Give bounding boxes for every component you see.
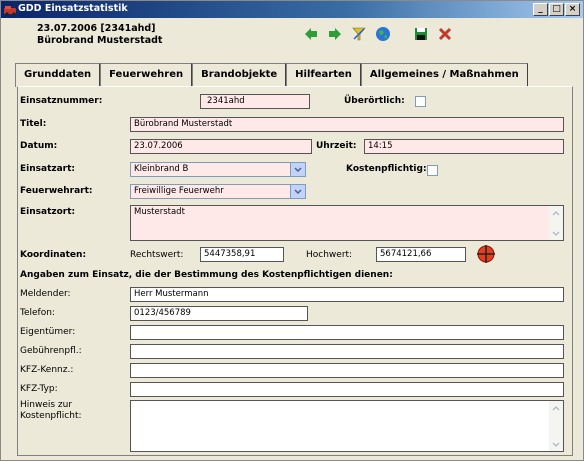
record-header: 23.07.2006 [2341ahd] Bürobrand Mustersta… <box>1 18 583 58</box>
maximize-button[interactable]: □ <box>549 3 564 16</box>
title-bar: GDD Einsatzstatistik _ □ × <box>1 1 583 18</box>
close-button[interactable]: × <box>565 3 580 16</box>
koordinaten-label: Koordinaten: <box>20 250 87 260</box>
einsatznummer-label: Einsatznummer: <box>20 96 103 106</box>
scroll-down-icon[interactable] <box>550 438 562 450</box>
window-title: GDD Einsatzstatistik <box>18 3 128 14</box>
tab-brandobjekte[interactable]: Brandobjekte <box>192 63 287 86</box>
einsatzart-label: Einsatzart: <box>20 164 76 174</box>
gebuehrenpfl-label: Gebührenpfl.: <box>20 346 82 356</box>
minimize-button[interactable]: _ <box>533 3 548 16</box>
app-icon <box>4 6 16 16</box>
feuerwehrart-value: Freiwillige Feuerwehr <box>134 186 224 196</box>
kostenpflichtig-label: Kostenpflichtig: <box>346 164 427 174</box>
datum-field[interactable]: 23.07.2006 <box>130 139 312 154</box>
kfz-typ-field[interactable] <box>130 382 564 397</box>
record-date-id: 23.07.2006 [2341ahd] <box>37 23 156 34</box>
scroll-down-icon[interactable] <box>550 227 562 239</box>
chevron-down-icon[interactable] <box>290 185 305 198</box>
kfz-kennz-field[interactable] <box>130 363 564 378</box>
tab-hilfearten[interactable]: Hilfearten <box>286 63 361 86</box>
tab-panel: Grunddaten Feuerwehren Brandobjekte Hilf… <box>15 58 573 456</box>
ueberoertlich-label: Überörtlich: <box>344 96 405 106</box>
record-title: Bürobrand Musterstadt <box>37 35 163 46</box>
eigentuemer-field[interactable] <box>130 325 564 340</box>
titel-label: Titel: <box>20 119 47 129</box>
kfz-kennz-label: KFZ-Kennz.: <box>20 365 74 375</box>
grunddaten-form: Einsatznummer: 2341ahd Überörtlich: Tite… <box>17 86 573 456</box>
einsatzort-scrollbar[interactable] <box>549 206 563 240</box>
tab-feuerwehren[interactable]: Feuerwehren <box>100 63 193 86</box>
hinweis-scrollbar[interactable] <box>549 401 563 451</box>
tab-grunddaten[interactable]: Grunddaten <box>15 63 101 87</box>
arrow-left-icon[interactable] <box>302 25 320 43</box>
uhrzeit-label: Uhrzeit: <box>316 141 357 151</box>
hinweis-label-line1: Hinweis zur <box>20 400 73 410</box>
feuerwehrart-select[interactable]: Freiwillige Feuerwehr <box>130 184 306 199</box>
datum-label: Datum: <box>20 141 58 151</box>
einsatzort-label: Einsatzort: <box>20 207 76 217</box>
uhrzeit-field[interactable]: 14:15 <box>364 139 564 154</box>
rechtswert-field[interactable]: 5447358,91 <box>200 247 284 262</box>
kostenpflichtig-checkbox[interactable] <box>427 165 438 176</box>
map-locate-icon[interactable] <box>476 244 496 264</box>
meldender-label: Meldender: <box>20 289 71 299</box>
feuerwehrart-label: Feuerwehrart: <box>20 186 93 196</box>
tab-strip: Grunddaten Feuerwehren Brandobjekte Hilf… <box>15 63 528 87</box>
telefon-label: Telefon: <box>20 308 55 318</box>
einsatzart-select[interactable]: Kleinbrand B <box>130 162 306 177</box>
einsatznummer-field[interactable]: 2341ahd <box>200 94 310 109</box>
scroll-up-icon[interactable] <box>550 207 562 219</box>
save-icon[interactable] <box>412 25 430 43</box>
gebuehrenpfl-field[interactable] <box>130 344 564 359</box>
tab-allgemeines[interactable]: Allgemeines / Maßnahmen <box>360 63 528 86</box>
filter-icon[interactable] <box>350 25 368 43</box>
section-title-kostenpflichtige: Angaben zum Einsatz, die der Bestimmung … <box>20 270 393 280</box>
telefon-field[interactable]: 0123/456789 <box>130 306 308 321</box>
rechtswert-label: Rechtswert: <box>130 250 184 260</box>
ueberoertlich-checkbox[interactable] <box>415 96 426 107</box>
chevron-down-icon[interactable] <box>290 163 305 176</box>
arrow-right-icon[interactable] <box>326 25 344 43</box>
einsatzort-field[interactable]: Musterstadt <box>130 205 564 241</box>
hinweis-textarea[interactable] <box>130 400 564 452</box>
eigentuemer-label: Eigentümer: <box>20 327 76 337</box>
hinweis-label-line2: Kostenpflicht: <box>20 411 82 421</box>
hochwert-field[interactable]: 5674121,66 <box>376 247 466 262</box>
globe-icon[interactable] <box>374 25 392 43</box>
scroll-up-icon[interactable] <box>550 402 562 414</box>
hochwert-label: Hochwert: <box>306 250 353 260</box>
titel-field[interactable]: Bürobrand Musterstadt <box>130 117 564 132</box>
main-window: GDD Einsatzstatistik _ □ × 23.07.2006 [2… <box>0 0 584 461</box>
einsatzort-value: Musterstadt <box>134 207 185 217</box>
meldender-field[interactable]: Herr Mustermann <box>130 287 564 302</box>
kfz-typ-label: KFZ-Typ: <box>20 384 58 394</box>
toolbar <box>302 25 454 43</box>
einsatzart-value: Kleinbrand B <box>134 164 189 174</box>
delete-icon[interactable] <box>436 25 454 43</box>
